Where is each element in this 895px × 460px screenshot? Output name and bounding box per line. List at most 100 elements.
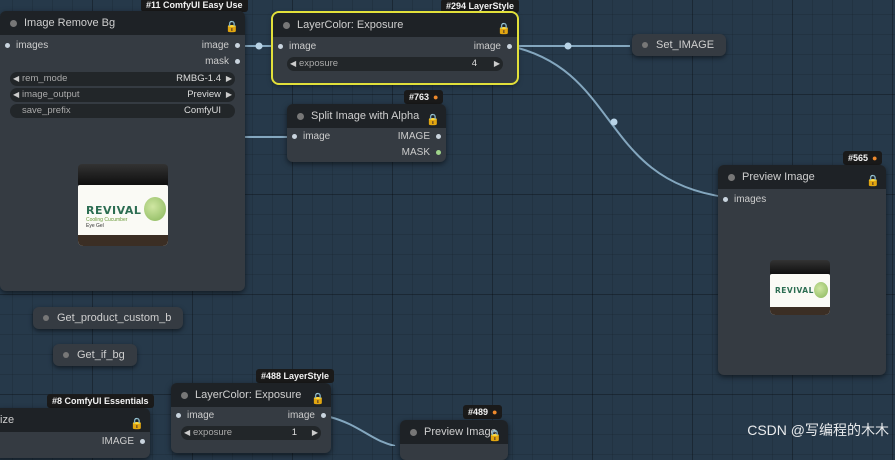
output-socket-image[interactable] bbox=[235, 43, 240, 48]
badge-text: #8 ComfyUI Essentials bbox=[52, 396, 149, 406]
node-title-bar[interactable]: Split Image with Alpha 🔒 bbox=[287, 104, 446, 128]
widget-value: Preview bbox=[187, 89, 221, 100]
arrow-left-icon[interactable]: ◀ bbox=[13, 88, 19, 102]
fox-icon: ● bbox=[492, 407, 498, 417]
fox-icon: ● bbox=[433, 92, 439, 102]
widget-value: 1 bbox=[291, 427, 297, 438]
collapse-dot[interactable] bbox=[283, 22, 290, 29]
widget-label: exposure bbox=[299, 58, 339, 69]
arrow-left-icon[interactable]: ◀ bbox=[290, 57, 296, 71]
badge-text: #488 LayerStyle bbox=[261, 371, 330, 381]
collapse-dot[interactable] bbox=[410, 429, 417, 436]
node-title-bar[interactable]: ize 🔒 bbox=[0, 408, 150, 432]
output-label: IMAGE bbox=[101, 436, 134, 447]
output-socket-image[interactable] bbox=[140, 439, 145, 444]
arrow-right-icon[interactable]: ▶ bbox=[494, 57, 500, 71]
node-title: Set_IMAGE bbox=[656, 39, 715, 51]
input-socket-images[interactable] bbox=[723, 197, 728, 202]
collapse-dot[interactable] bbox=[63, 352, 69, 358]
node-title-bar[interactable]: Preview Image 🔒 bbox=[718, 165, 886, 189]
node-split-image-alpha[interactable]: Split Image with Alpha 🔒 image IMAGE MAS… bbox=[287, 104, 446, 162]
badge-text: #489 bbox=[468, 407, 489, 417]
node-layercolor-exposure-488[interactable]: LayerColor: Exposure 🔒 image image ◀ exp… bbox=[171, 383, 331, 453]
node-badge: #565 ● bbox=[843, 151, 883, 165]
node-title-bar[interactable]: Preview Image 🔒 bbox=[400, 420, 508, 444]
input-label: images bbox=[16, 40, 49, 51]
widget-value: RMBG-1.4 bbox=[176, 73, 221, 84]
node-title-bar[interactable]: Image Remove Bg 🔒 bbox=[0, 11, 245, 35]
collapse-dot[interactable] bbox=[297, 113, 304, 120]
widget-label: image_output bbox=[22, 89, 80, 100]
wire-exposure-to-preview bbox=[509, 45, 726, 198]
node-badge: #294 LayerStyle bbox=[441, 0, 520, 13]
node-preview-image-565[interactable]: Preview Image 🔒 images REVIVAL bbox=[718, 165, 886, 375]
node-title: Split Image with Alpha bbox=[311, 110, 420, 122]
output-label: MASK bbox=[401, 147, 430, 158]
node-title-bar[interactable]: LayerColor: Exposure 🔒 bbox=[171, 383, 331, 407]
output-label: mask bbox=[205, 56, 229, 67]
preview-jar-image: REVIVAL bbox=[770, 260, 830, 315]
arrow-right-icon[interactable]: ▶ bbox=[312, 426, 318, 440]
rem-mode-combo[interactable]: ◀ rem_mode RMBG-1.4 ▶ bbox=[10, 72, 235, 86]
node-image-remove-bg[interactable]: Image Remove Bg 🔒 images image mask ◀ re… bbox=[0, 11, 245, 291]
widget-value: 4 bbox=[471, 58, 477, 69]
input-label: image bbox=[303, 131, 331, 142]
node-title: LayerColor: Exposure bbox=[195, 389, 302, 401]
collapse-dot[interactable] bbox=[642, 42, 648, 48]
input-socket-image[interactable] bbox=[278, 44, 283, 49]
node-badge: #489 ● bbox=[463, 405, 503, 419]
output-label: image bbox=[473, 41, 501, 52]
product-line2: Eye Gel bbox=[86, 223, 104, 229]
watermark: CSDN @写编程的木木 bbox=[747, 422, 889, 438]
node-get-if-bg[interactable]: Get_if_bg bbox=[53, 344, 137, 366]
widget-label: rem_mode bbox=[22, 73, 68, 84]
output-socket-image[interactable] bbox=[436, 134, 441, 139]
node-title: Preview Image bbox=[742, 171, 815, 183]
exposure-slider[interactable]: ◀ exposure 1 ▶ bbox=[181, 426, 321, 440]
image-output-combo[interactable]: ◀ image_output Preview ▶ bbox=[10, 88, 235, 102]
badge-text: #763 bbox=[409, 92, 430, 102]
output-label: image bbox=[201, 40, 229, 51]
output-socket-mask[interactable] bbox=[235, 59, 240, 64]
input-label: image bbox=[187, 410, 215, 421]
collapse-dot[interactable] bbox=[10, 20, 17, 27]
output-socket-mask[interactable] bbox=[436, 150, 441, 155]
node-badge: #8 ComfyUI Essentials bbox=[47, 394, 154, 408]
exposure-slider[interactable]: ◀ exposure 4 ▶ bbox=[287, 57, 503, 71]
node-essentials-8[interactable]: ize 🔒 IMAGE bbox=[0, 408, 150, 458]
input-label: images bbox=[734, 194, 767, 205]
node-title-bar[interactable]: LayerColor: Exposure 🔒 bbox=[273, 13, 517, 37]
arrow-right-icon[interactable]: ▶ bbox=[226, 72, 232, 86]
lock-icon: 🔒 bbox=[488, 430, 502, 442]
input-socket-image[interactable] bbox=[292, 134, 297, 139]
node-preview-image-489[interactable]: Preview Image 🔒 bbox=[400, 420, 508, 460]
output-label: image bbox=[287, 410, 315, 421]
arrow-left-icon[interactable]: ◀ bbox=[13, 72, 19, 86]
badge-text: #294 LayerStyle bbox=[446, 1, 515, 11]
node-badge: #488 LayerStyle bbox=[256, 369, 335, 383]
arrow-left-icon[interactable]: ◀ bbox=[184, 426, 190, 440]
node-set-image[interactable]: Set_IMAGE bbox=[632, 34, 727, 56]
node-layercolor-exposure-294[interactable]: LayerColor: Exposure 🔒 image image ◀ exp… bbox=[271, 11, 519, 85]
widget-label: save_prefix bbox=[22, 105, 71, 116]
node-get-product-custom[interactable]: Get_product_custom_b bbox=[33, 307, 184, 329]
output-socket-image[interactable] bbox=[321, 413, 326, 418]
product-brand: REVIVAL bbox=[86, 204, 142, 217]
input-label: image bbox=[289, 41, 317, 52]
collapse-dot[interactable] bbox=[181, 392, 188, 399]
arrow-right-icon[interactable]: ▶ bbox=[226, 88, 232, 102]
fox-icon: ● bbox=[872, 153, 878, 163]
widget-label: exposure bbox=[193, 427, 233, 438]
save-prefix-field[interactable]: save_prefix ComfyUI bbox=[10, 104, 235, 118]
collapse-dot[interactable] bbox=[43, 315, 49, 321]
node-title: Get_product_custom_b bbox=[57, 312, 172, 324]
output-socket-image[interactable] bbox=[507, 44, 512, 49]
collapse-dot[interactable] bbox=[728, 174, 735, 181]
lock-icon: 🔒 bbox=[866, 175, 880, 187]
node-title: Get_if_bg bbox=[77, 349, 125, 361]
product-jar-image: REVIVAL Cooling Cucumber Eye Gel bbox=[78, 164, 168, 246]
input-socket-images[interactable] bbox=[5, 43, 10, 48]
node-title: Image Remove Bg bbox=[24, 17, 116, 29]
node-badge: #763 ● bbox=[404, 90, 444, 104]
input-socket-image[interactable] bbox=[176, 413, 181, 418]
